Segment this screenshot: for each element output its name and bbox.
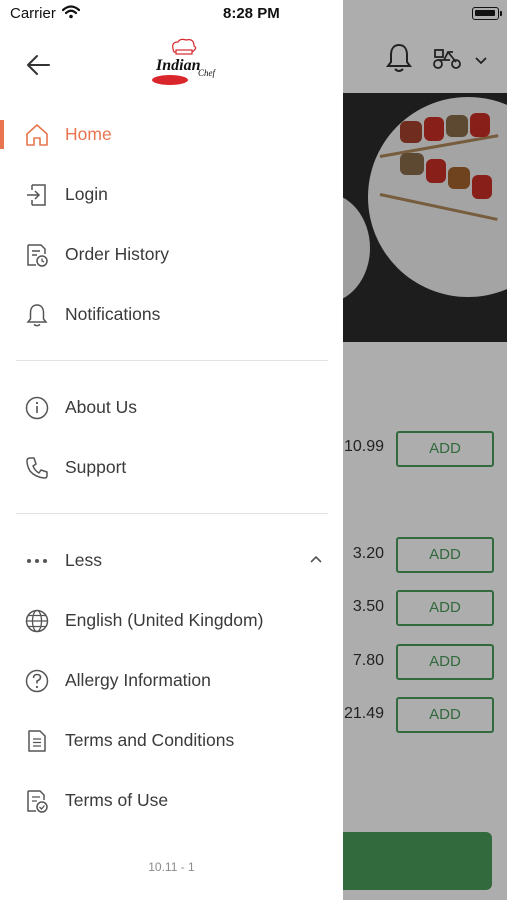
more-toggle[interactable]: Less xyxy=(0,538,343,582)
divider xyxy=(16,513,328,514)
login-icon xyxy=(27,184,46,206)
menu-item-label: Home xyxy=(65,124,112,144)
menu-item-label: Login xyxy=(65,184,108,204)
menu-item-notifications[interactable]: Notifications xyxy=(0,292,343,336)
app-version: 10.11 - 1 xyxy=(148,860,195,874)
menu-item-terms-of-use[interactable]: Terms of Use xyxy=(0,778,343,822)
phone-icon xyxy=(26,457,48,479)
menu-item-label: About Us xyxy=(65,397,137,417)
menu-item-allergy-information[interactable]: Allergy Information xyxy=(0,658,343,702)
menu-item-support[interactable]: Support xyxy=(0,445,343,489)
bell-icon xyxy=(26,304,48,327)
divider xyxy=(16,360,328,361)
svg-text:Chef: Chef xyxy=(198,68,216,78)
menu-item-language[interactable]: English (United Kingdom) xyxy=(0,598,343,642)
menu-item-label: Notifications xyxy=(65,304,161,324)
order-history-icon xyxy=(27,244,48,267)
info-icon xyxy=(25,396,49,420)
carrier-label: Carrier xyxy=(10,5,56,22)
document-check-icon xyxy=(27,790,48,813)
home-icon xyxy=(26,124,48,146)
more-toggle-label: Less xyxy=(65,550,102,570)
menu-item-label: Terms of Use xyxy=(65,790,169,810)
wifi-icon xyxy=(62,5,80,19)
clock: 8:28 PM xyxy=(223,5,280,22)
menu-item-label: Order History xyxy=(65,244,170,264)
menu-item-home[interactable]: Home xyxy=(0,112,343,156)
status-bar: Carrier 8:28 PM xyxy=(0,0,507,28)
menu-item-login[interactable]: Login xyxy=(0,172,343,216)
svg-text:Indian: Indian xyxy=(155,57,201,74)
more-dots-icon xyxy=(27,559,47,563)
menu-item-label: Terms and Conditions xyxy=(65,730,235,750)
menu-item-label: English (United Kingdom) xyxy=(65,610,264,630)
chevron-up-icon xyxy=(310,555,322,563)
menu-item-terms-and-conditions[interactable]: Terms and Conditions xyxy=(0,718,343,762)
document-icon xyxy=(28,730,46,752)
menu-item-label: Support xyxy=(65,457,127,477)
battery-icon xyxy=(472,7,502,20)
side-drawer: Indian Chef Home Login Order History Not… xyxy=(0,0,343,900)
question-icon xyxy=(25,669,49,693)
restaurant-logo: Indian Chef xyxy=(152,38,216,85)
globe-icon xyxy=(25,609,49,633)
menu-item-order-history[interactable]: Order History xyxy=(0,232,343,276)
menu-item-label: Allergy Information xyxy=(65,670,211,690)
back-arrow-icon[interactable] xyxy=(24,50,54,80)
menu-item-about-us[interactable]: About Us xyxy=(0,385,343,429)
